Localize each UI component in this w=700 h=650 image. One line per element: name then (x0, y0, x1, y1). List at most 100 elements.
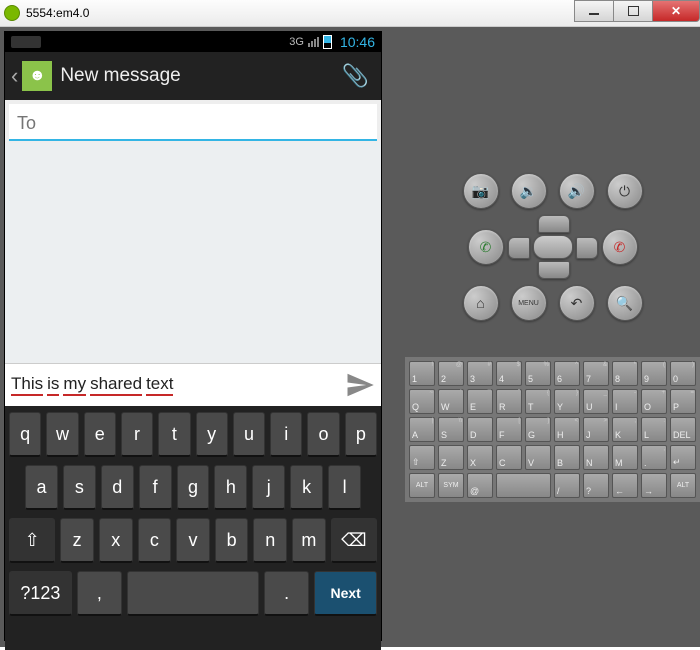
hwkey-Q[interactable]: Q~ (409, 389, 435, 414)
hwkey-X[interactable]: X (467, 445, 493, 470)
message-input[interactable]: Thisismysharedtext (9, 372, 343, 398)
key-shift[interactable]: ⇧ (9, 518, 55, 563)
hwkey-K[interactable]: K; (612, 417, 638, 442)
key-next[interactable]: Next (314, 571, 377, 616)
dpad-up[interactable] (538, 215, 570, 233)
key-u[interactable]: u (233, 412, 265, 457)
key-z[interactable]: z (60, 518, 94, 563)
hwkey-I[interactable]: I- (612, 389, 638, 414)
hwkey-←[interactable]: ← (612, 473, 638, 498)
hwkey-N[interactable]: N (583, 445, 609, 470)
hwkey-U[interactable]: U_ (583, 389, 609, 414)
home-button[interactable]: ⌂ (463, 285, 499, 321)
key-l[interactable]: l (328, 465, 361, 510)
dpad-center[interactable] (533, 235, 573, 259)
key-a[interactable]: a (25, 465, 58, 510)
key-v[interactable]: v (176, 518, 210, 563)
hwkey-E[interactable]: E¯ (467, 389, 493, 414)
hwkey-@[interactable]: @ (467, 473, 493, 498)
hwkey-SYM[interactable]: SYM (438, 473, 464, 498)
hwkey-R[interactable]: Rˇ (496, 389, 522, 414)
hwkey-ALT[interactable]: ALT (670, 473, 696, 498)
hwkey-6[interactable]: 6^ (554, 361, 580, 386)
window-maximize[interactable] (613, 0, 653, 22)
hwkey-space[interactable] (496, 473, 551, 498)
key-space[interactable] (127, 571, 259, 616)
hwkey-9[interactable]: 9( (641, 361, 667, 386)
hwkey-→[interactable]: → (641, 473, 667, 498)
hwkey-S[interactable]: S\\ (438, 417, 464, 442)
window-minimize[interactable] (574, 0, 614, 22)
key-b[interactable]: b (215, 518, 249, 563)
key-c[interactable]: c (138, 518, 172, 563)
key-g[interactable]: g (177, 465, 210, 510)
hwkey-DEL[interactable]: DEL (670, 417, 696, 442)
hwkey-T[interactable]: T{ (525, 389, 551, 414)
hwkey-V[interactable]: V (525, 445, 551, 470)
hwkey-/[interactable]: / (554, 473, 580, 498)
hwkey-J[interactable]: J> (583, 417, 609, 442)
hwkey-D[interactable]: D (467, 417, 493, 442)
message-body-area[interactable] (5, 143, 381, 363)
attachment-icon[interactable]: 📎 (342, 63, 369, 89)
key-p[interactable]: p (345, 412, 377, 457)
hwkey-G[interactable]: G] (525, 417, 551, 442)
key-delete[interactable]: ⌫ (331, 518, 377, 563)
hwkey-B[interactable]: B (554, 445, 580, 470)
hwkey-Z[interactable]: Z (438, 445, 464, 470)
key-r[interactable]: r (121, 412, 153, 457)
messaging-app-icon[interactable]: ☻ (22, 61, 52, 91)
back-button[interactable]: ‹ (11, 63, 18, 89)
hwkey-2[interactable]: 2@ (438, 361, 464, 386)
hwkey-P[interactable]: P= (670, 389, 696, 414)
menu-button[interactable]: MENU (511, 285, 547, 321)
hwkey-8[interactable]: 8* (612, 361, 638, 386)
volume-up-button[interactable]: 🔊 (559, 173, 595, 209)
key-d[interactable]: d (101, 465, 134, 510)
hwkey-.[interactable]: ., (641, 445, 667, 470)
key-n[interactable]: n (253, 518, 287, 563)
hwkey-W[interactable]: W´ (438, 389, 464, 414)
hwkey-3[interactable]: 3# (467, 361, 493, 386)
key-j[interactable]: j (252, 465, 285, 510)
back-hw-button[interactable]: ↶ (559, 285, 595, 321)
camera-button[interactable]: 📷 (463, 173, 499, 209)
key-i[interactable]: i (270, 412, 302, 457)
hwkey-?[interactable]: ? (583, 473, 609, 498)
hwkey-A[interactable]: A| (409, 417, 435, 442)
hwkey-↵[interactable]: ↵ (670, 445, 696, 470)
key-symbols[interactable]: ?123 (9, 571, 72, 616)
key-period[interactable]: . (264, 571, 309, 616)
hwkey-O[interactable]: O+ (641, 389, 667, 414)
hwkey-F[interactable]: F[ (496, 417, 522, 442)
hangup-button[interactable]: ✆ (602, 229, 638, 265)
send-button[interactable] (343, 368, 377, 402)
to-input[interactable] (15, 112, 375, 135)
search-button[interactable]: 🔍 (607, 285, 643, 321)
key-s[interactable]: s (63, 465, 96, 510)
hwkey-ALT[interactable]: ALT (409, 473, 435, 498)
key-w[interactable]: w (46, 412, 78, 457)
key-k[interactable]: k (290, 465, 323, 510)
hwkey-Y[interactable]: Y} (554, 389, 580, 414)
power-button[interactable]: ⏻ (607, 173, 643, 209)
hwkey-7[interactable]: 7& (583, 361, 609, 386)
hwkey-H[interactable]: H< (554, 417, 580, 442)
hwkey-0[interactable]: 0) (670, 361, 696, 386)
key-x[interactable]: x (99, 518, 133, 563)
hwkey-C[interactable]: C (496, 445, 522, 470)
hwkey-⇧[interactable]: ⇧ (409, 445, 435, 470)
key-comma[interactable]: , (77, 571, 122, 616)
dpad-right[interactable] (576, 237, 598, 259)
dpad-down[interactable] (538, 261, 570, 279)
hwkey-4[interactable]: 4$ (496, 361, 522, 386)
key-o[interactable]: o (307, 412, 339, 457)
dpad-left[interactable] (508, 237, 530, 259)
call-button[interactable]: ✆ (468, 229, 504, 265)
key-m[interactable]: m (292, 518, 326, 563)
hwkey-M[interactable]: M (612, 445, 638, 470)
key-f[interactable]: f (139, 465, 172, 510)
key-y[interactable]: y (196, 412, 228, 457)
key-e[interactable]: e (84, 412, 116, 457)
hwkey-5[interactable]: 5% (525, 361, 551, 386)
